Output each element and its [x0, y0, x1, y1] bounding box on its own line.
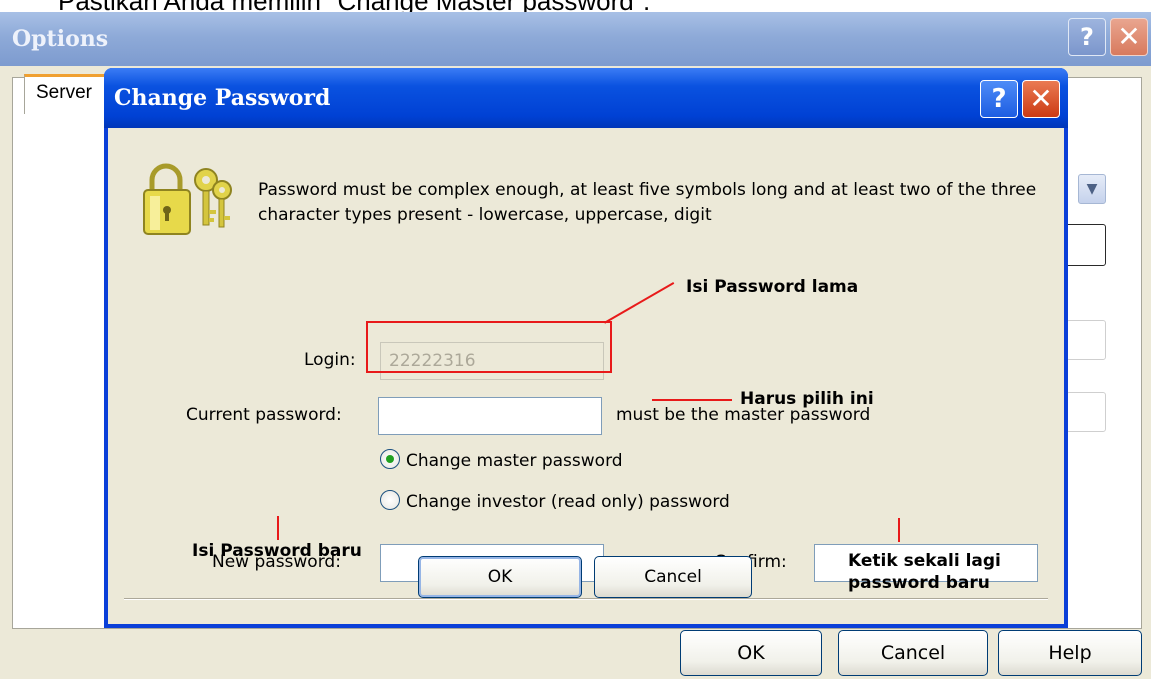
- annotation-pointer-line: [898, 518, 900, 542]
- annotation-pointer-line: [277, 516, 279, 540]
- radio-icon[interactable]: [380, 449, 400, 469]
- annotation-must-choose: Harus pilih ini: [740, 389, 874, 409]
- radio-change-master-label: Change master password: [406, 451, 623, 471]
- help-icon[interactable]: ?: [980, 80, 1018, 118]
- radio-icon[interactable]: [380, 490, 400, 510]
- options-ok-button[interactable]: OK: [680, 630, 822, 676]
- current-password-input[interactable]: [378, 397, 602, 435]
- options-side-button[interactable]: [1064, 224, 1106, 266]
- dialog-title: Change Password: [114, 85, 331, 111]
- options-titlebar: Options ? ✕: [0, 12, 1151, 66]
- options-help-button[interactable]: Help: [998, 630, 1142, 676]
- annotation-retype-line2: password baru: [848, 573, 990, 593]
- radio-change-investor[interactable]: Change investor (read only) password: [380, 490, 730, 512]
- annotation-new-password: Isi Password baru: [192, 541, 362, 561]
- annotation-pointer-line: [652, 399, 732, 401]
- radio-change-master[interactable]: Change master password: [380, 449, 623, 471]
- radio-change-investor-label: Change investor (read only) password: [406, 492, 730, 512]
- options-close-icon[interactable]: ✕: [1110, 18, 1148, 56]
- options-cancel-button[interactable]: Cancel: [838, 630, 988, 676]
- options-side-field[interactable]: [1066, 320, 1106, 360]
- close-icon[interactable]: ✕: [1022, 80, 1060, 118]
- password-requirements-text: Password must be complex enough, at leas…: [258, 180, 1037, 225]
- current-password-highlight-box: [366, 321, 612, 373]
- login-label: Login:: [304, 350, 356, 370]
- options-title: Options: [12, 26, 109, 52]
- dropdown-arrow-icon[interactable]: ▼: [1078, 174, 1106, 204]
- separator: [124, 598, 1048, 600]
- current-password-label: Current password:: [186, 405, 342, 425]
- options-help-icon[interactable]: ?: [1068, 18, 1106, 56]
- ok-button[interactable]: OK: [418, 556, 582, 598]
- options-side-field[interactable]: [1066, 392, 1106, 432]
- cancel-button[interactable]: Cancel: [594, 556, 752, 598]
- annotation-retype-line1: Ketik sekali lagi: [848, 551, 1001, 571]
- annotation-old-password: Isi Password lama: [686, 277, 859, 297]
- dialog-titlebar: Change Password ? ✕: [104, 68, 1068, 128]
- tab-server-label: Server: [36, 82, 92, 103]
- lock-keys-icon: [143, 163, 232, 235]
